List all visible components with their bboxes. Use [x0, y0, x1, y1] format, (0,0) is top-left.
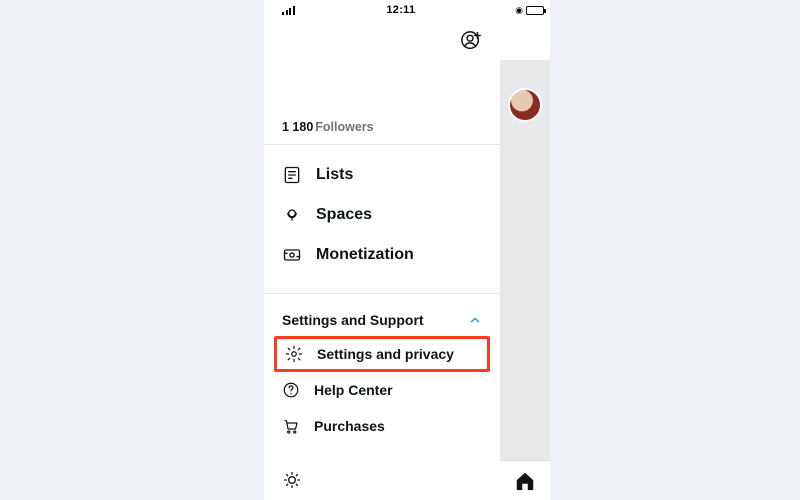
menu-item-lists[interactable]: Lists [264, 155, 500, 195]
sub-item-label: Settings and privacy [317, 346, 454, 362]
menu-item-monetization[interactable]: Monetization [264, 235, 500, 275]
menu-item-purchases[interactable]: Purchases [264, 408, 500, 444]
feed-avatar[interactable] [508, 88, 542, 122]
add-account-icon[interactable] [460, 30, 482, 52]
subsection-label: Settings and Support [282, 312, 424, 328]
menu-item-label: Lists [316, 166, 353, 184]
sub-item-label: Purchases [314, 418, 385, 434]
primary-menu: Lists Spaces Monetization [264, 145, 500, 294]
followers-count[interactable]: 1 180Followers [264, 120, 500, 145]
menu-item-help-center[interactable]: Help Center [264, 372, 500, 408]
battery-icon [526, 6, 544, 15]
menu-item-label: Spaces [316, 206, 372, 224]
home-icon[interactable] [514, 470, 536, 492]
orientation-lock-icon: ◉ [515, 5, 523, 16]
help-icon [282, 381, 300, 399]
menu-item-label: Monetization [316, 246, 414, 264]
monetization-icon [282, 245, 302, 265]
gear-icon [285, 345, 303, 363]
lists-icon [282, 165, 302, 185]
menu-item-settings-privacy[interactable]: Settings and privacy [274, 336, 490, 372]
bottom-nav [500, 460, 550, 500]
background-feed: ◉ [500, 0, 550, 500]
chevron-up-icon [468, 313, 482, 327]
menu-item-spaces[interactable]: Spaces [264, 195, 500, 235]
theme-toggle-icon[interactable] [282, 470, 482, 490]
nav-drawer: 1 180Followers Lists Spaces [264, 20, 500, 500]
signal-icon [282, 6, 295, 15]
cart-icon [282, 417, 300, 435]
spaces-icon [282, 205, 302, 225]
status-time: 12:11 [386, 4, 415, 16]
settings-support-toggle[interactable]: Settings and Support [264, 294, 500, 336]
sub-item-label: Help Center [314, 382, 393, 398]
